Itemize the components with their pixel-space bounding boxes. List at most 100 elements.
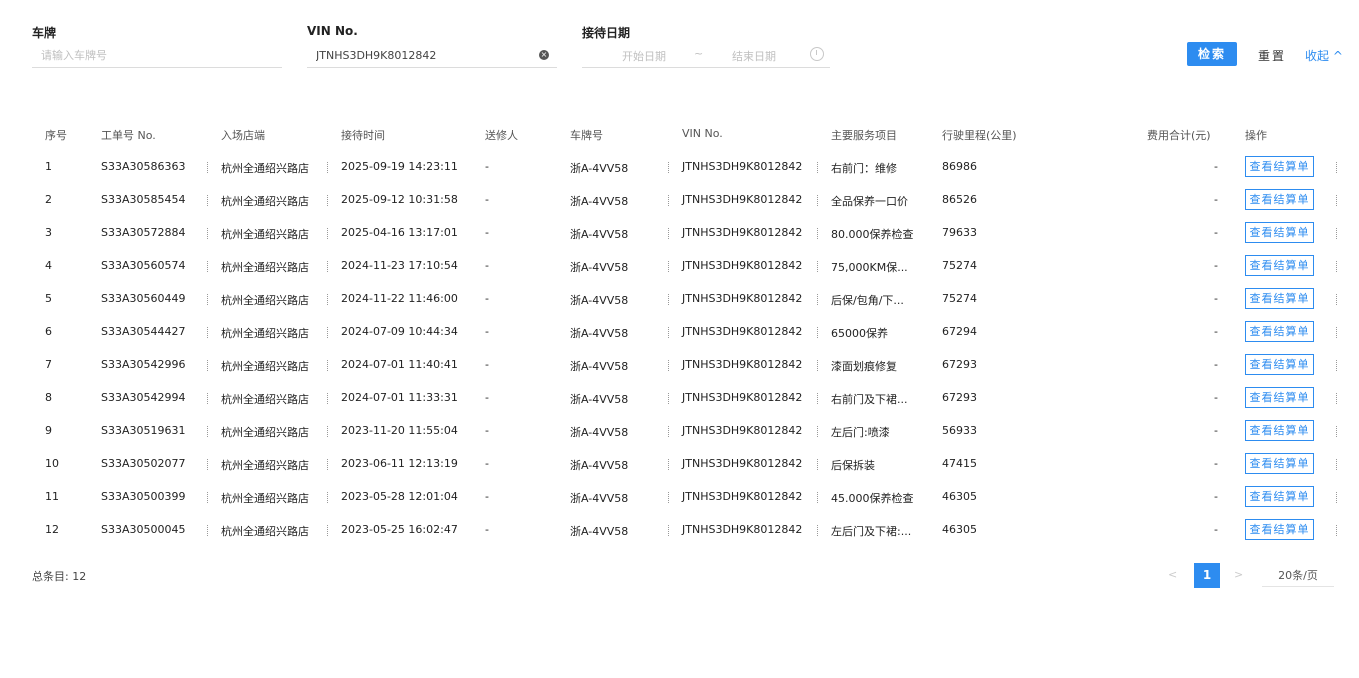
cell-vin: JTNHS3DH9K8012842 xyxy=(682,292,803,305)
column-divider xyxy=(207,426,209,437)
cell-fee: - xyxy=(1214,523,1218,536)
cell-plate: 浙A-4VV58 xyxy=(570,426,629,439)
cell-vin: JTNHS3DH9K8012842 xyxy=(682,391,803,404)
cell-order-no: S33A30500399 xyxy=(101,490,186,503)
cell-service: 80.000保养检查 xyxy=(831,228,914,241)
view-settlement-button[interactable]: 查看结算单 xyxy=(1245,486,1314,507)
cell-store: 杭州全通绍兴路店 xyxy=(221,195,309,208)
view-settlement-button[interactable]: 查看结算单 xyxy=(1245,354,1314,375)
cell-mileage: 67293 xyxy=(942,358,977,371)
cell-order-no: S33A30586363 xyxy=(101,160,186,173)
cell-service: 后保/包角/下... xyxy=(831,294,904,307)
plate-input[interactable] xyxy=(32,43,282,67)
column-divider xyxy=(327,492,329,503)
view-settlement-button[interactable]: 查看结算单 xyxy=(1245,222,1314,243)
clock-icon[interactable] xyxy=(810,47,824,61)
table-row: 8 S33A30542994 杭州全通绍兴路店 2024-07-01 11:33… xyxy=(0,382,1359,415)
column-divider xyxy=(1336,162,1338,173)
table-row: 7 S33A30542996 杭州全通绍兴路店 2024-07-01 11:40… xyxy=(0,349,1359,382)
cell-plate: 浙A-4VV58 xyxy=(570,162,629,175)
table-row: 2 S33A30585454 杭州全通绍兴路店 2025-09-12 10:31… xyxy=(0,184,1359,217)
cell-store: 杭州全通绍兴路店 xyxy=(221,261,309,274)
cell-mileage: 56933 xyxy=(942,424,977,437)
view-settlement-button[interactable]: 查看结算单 xyxy=(1245,255,1314,276)
view-settlement-button[interactable]: 查看结算单 xyxy=(1245,189,1314,210)
cell-vin: JTNHS3DH9K8012842 xyxy=(682,325,803,338)
cell-seq: 7 xyxy=(45,358,52,371)
cell-seq: 5 xyxy=(45,292,52,305)
column-divider xyxy=(668,294,670,305)
start-date-input[interactable]: 开始日期 xyxy=(622,48,666,64)
cell-time: 2023-11-20 11:55:04 xyxy=(341,424,458,437)
column-divider xyxy=(207,327,209,338)
column-divider xyxy=(1336,360,1338,371)
table-row: 1 S33A30586363 杭州全通绍兴路店 2025-09-19 14:23… xyxy=(0,151,1359,184)
cell-seq: 9 xyxy=(45,424,52,437)
column-divider xyxy=(817,360,819,371)
vin-input[interactable] xyxy=(307,43,557,67)
column-divider xyxy=(1336,525,1338,536)
view-settlement-button[interactable]: 查看结算单 xyxy=(1245,156,1314,177)
view-settlement-button[interactable]: 查看结算单 xyxy=(1245,420,1314,441)
cell-time: 2023-05-25 16:02:47 xyxy=(341,523,458,536)
clear-icon[interactable]: × xyxy=(539,50,549,60)
cell-store: 杭州全通绍兴路店 xyxy=(221,492,309,505)
cell-store: 杭州全通绍兴路店 xyxy=(221,162,309,175)
column-divider xyxy=(327,459,329,470)
cell-vin: JTNHS3DH9K8012842 xyxy=(682,160,803,173)
cell-vin: JTNHS3DH9K8012842 xyxy=(682,193,803,206)
column-divider xyxy=(207,360,209,371)
header-sender: 送修人 xyxy=(485,129,518,142)
plate-field[interactable] xyxy=(32,43,282,68)
column-divider xyxy=(668,195,670,206)
cell-plate: 浙A-4VV58 xyxy=(570,327,629,340)
page-1-button[interactable]: 1 xyxy=(1194,563,1220,588)
cell-mileage: 75274 xyxy=(942,259,977,272)
page-size-select[interactable]: 20条/页 xyxy=(1262,563,1334,587)
table-row: 9 S33A30519631 杭州全通绍兴路店 2023-11-20 11:55… xyxy=(0,415,1359,448)
cell-fee: - xyxy=(1214,358,1218,371)
view-settlement-button[interactable]: 查看结算单 xyxy=(1245,453,1314,474)
cell-mileage: 46305 xyxy=(942,523,977,536)
prev-page-button[interactable]: < xyxy=(1168,568,1177,581)
vin-label: VIN No. xyxy=(307,24,358,38)
header-time: 接待时间 xyxy=(341,129,385,142)
cell-service: 左后门:喷漆 xyxy=(831,426,890,439)
column-divider xyxy=(207,459,209,470)
next-page-button[interactable]: > xyxy=(1234,568,1243,581)
view-settlement-button[interactable]: 查看结算单 xyxy=(1245,288,1314,309)
view-settlement-button[interactable]: 查看结算单 xyxy=(1245,519,1314,540)
date-range-picker[interactable]: 开始日期 ~ 结束日期 xyxy=(582,43,830,68)
cell-service: 75,000KM保... xyxy=(831,261,908,274)
collapse-button[interactable]: 收起 ^ xyxy=(1305,47,1343,64)
column-divider xyxy=(817,459,819,470)
cell-seq: 4 xyxy=(45,259,52,272)
column-divider xyxy=(817,261,819,272)
view-settlement-button[interactable]: 查看结算单 xyxy=(1245,321,1314,342)
cell-order-no: S33A30500045 xyxy=(101,523,186,536)
cell-store: 杭州全通绍兴路店 xyxy=(221,393,309,406)
search-button[interactable]: 检索 xyxy=(1187,42,1237,66)
column-divider xyxy=(668,162,670,173)
header-fee: 费用合计(元) xyxy=(1147,129,1211,142)
view-settlement-button[interactable]: 查看结算单 xyxy=(1245,387,1314,408)
end-date-input[interactable]: 结束日期 xyxy=(732,48,776,64)
cell-seq: 1 xyxy=(45,160,52,173)
cell-vin: JTNHS3DH9K8012842 xyxy=(682,259,803,272)
cell-store: 杭州全通绍兴路店 xyxy=(221,228,309,241)
cell-plate: 浙A-4VV58 xyxy=(570,228,629,241)
cell-mileage: 47415 xyxy=(942,457,977,470)
cell-order-no: S33A30519631 xyxy=(101,424,186,437)
cell-store: 杭州全通绍兴路店 xyxy=(221,426,309,439)
cell-order-no: S33A30542994 xyxy=(101,391,186,404)
cell-seq: 12 xyxy=(45,523,59,536)
vin-field[interactable]: × xyxy=(307,43,557,68)
reset-button[interactable]: 重置 xyxy=(1258,47,1286,64)
column-divider xyxy=(668,525,670,536)
column-divider xyxy=(1336,459,1338,470)
cell-time: 2025-09-12 10:31:58 xyxy=(341,193,458,206)
cell-vin: JTNHS3DH9K8012842 xyxy=(682,424,803,437)
header-service: 主要服务项目 xyxy=(831,129,897,142)
column-divider xyxy=(207,195,209,206)
cell-order-no: S33A30585454 xyxy=(101,193,186,206)
